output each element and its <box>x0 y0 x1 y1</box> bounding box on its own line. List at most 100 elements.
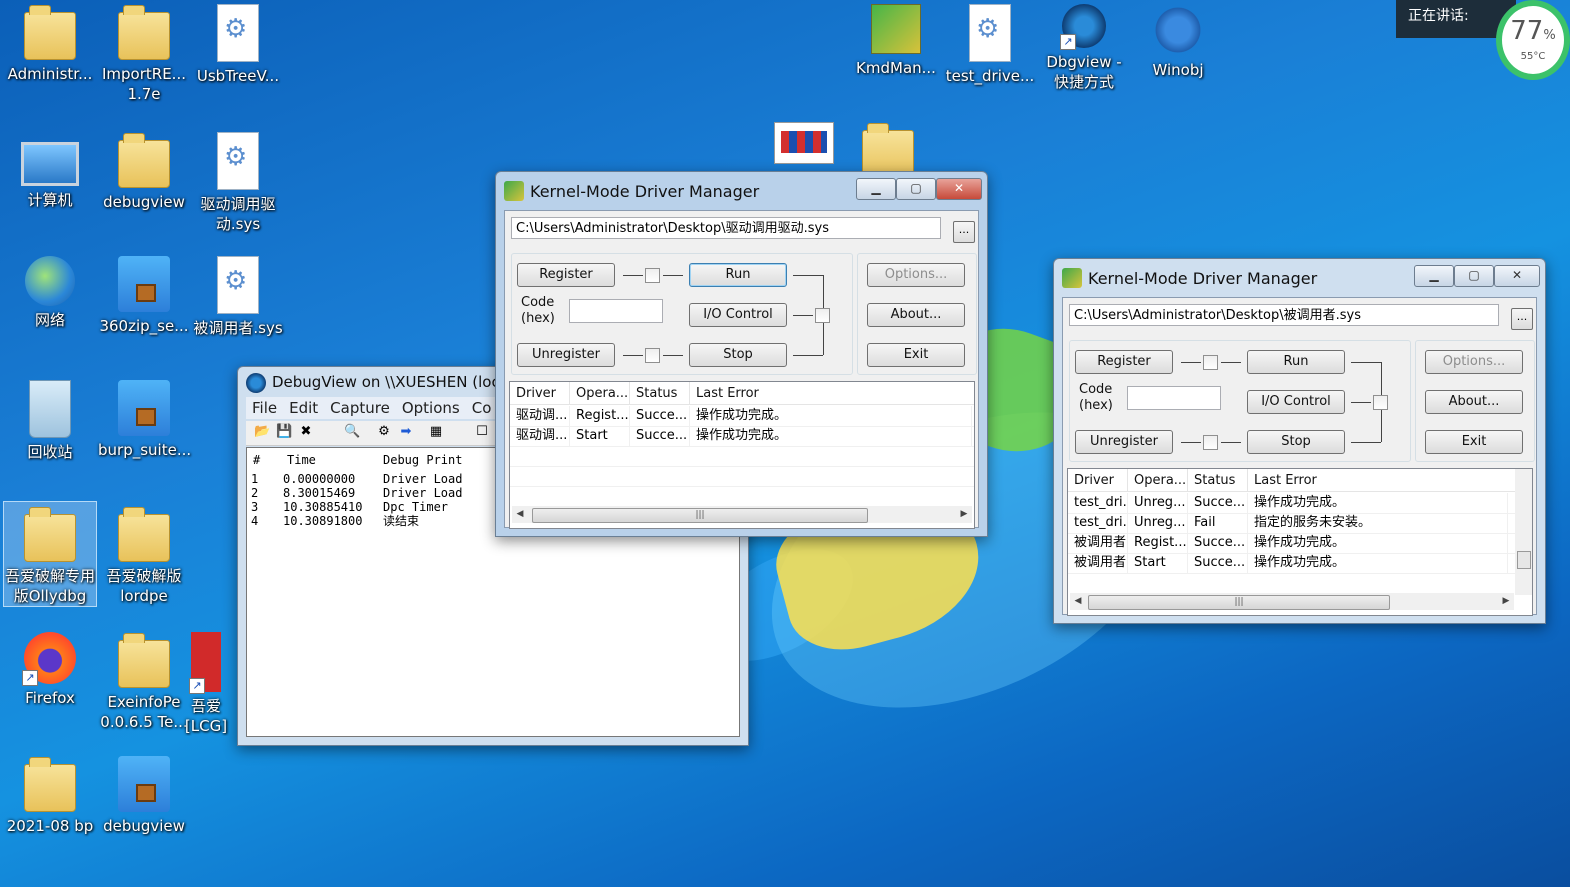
desktop-icon-test-driver[interactable]: test_drive... <box>944 0 1036 86</box>
column-operation[interactable]: Opera... <box>1128 469 1188 491</box>
options-button[interactable]: Options... <box>1425 350 1523 374</box>
run-button[interactable]: Run <box>1247 350 1345 374</box>
list-row[interactable]: test_dri... Unreg... Succe... 操作成功完成。 <box>1068 493 1532 514</box>
io-control-button[interactable]: I/O Control <box>1247 390 1345 414</box>
column-driver[interactable]: Driver <box>510 382 570 404</box>
menu-edit[interactable]: Edit <box>283 397 324 419</box>
close-button[interactable]: ✕ <box>936 178 982 200</box>
stop-button[interactable]: Stop <box>1247 430 1345 454</box>
driver-path-field[interactable]: C:\Users\Administrator\Desktop\驱动调用驱动.sy… <box>511 217 941 239</box>
minimize-button[interactable]: ▁ <box>1414 265 1454 287</box>
desktop-icon-winobj[interactable]: Winobj <box>1132 0 1224 80</box>
scrollbar-thumb[interactable] <box>1517 551 1531 569</box>
list-row[interactable]: 被调用者 Start Succe... 操作成功完成。 <box>1068 553 1532 574</box>
vertical-scrollbar[interactable] <box>1515 469 1532 595</box>
desktop-icon-network[interactable]: 网络 <box>4 252 96 330</box>
scrollbar-thumb[interactable]: ||| <box>532 508 868 523</box>
arrow-right-icon[interactable]: ➡ <box>398 424 414 440</box>
scroll-left-icon[interactable]: ◀ <box>512 506 528 523</box>
driver-path-field[interactable]: C:\Users\Administrator\Desktop\被调用者.sys <box>1069 304 1499 326</box>
maximize-button[interactable]: ▢ <box>1454 265 1494 287</box>
desktop-icon-network-tool[interactable] <box>758 118 850 174</box>
desktop-icon-administrator[interactable]: Administr... <box>4 0 96 84</box>
desktop-icon-importrec[interactable]: ImportRE... 1.7e <box>98 0 190 104</box>
list-row[interactable]: test_dri... Unreg... Fail 指定的服务未安装。 <box>1068 513 1532 534</box>
about-button[interactable]: About... <box>1425 390 1523 414</box>
options-button[interactable]: Options... <box>867 263 965 287</box>
capture-icon[interactable]: ⚙ <box>376 424 392 440</box>
unregister-button[interactable]: Unregister <box>517 343 615 367</box>
column-last-error[interactable]: Last Error <box>690 382 972 404</box>
desktop-icon-usbtreeview[interactable]: UsbTreeV... <box>192 0 284 86</box>
unregister-checkbox[interactable] <box>645 348 660 363</box>
filter-icon[interactable]: ▦ <box>428 424 444 440</box>
exit-button[interactable]: Exit <box>867 343 965 367</box>
desktop-icon-52pojie-lcg[interactable]: 吾爱 [LCG] <box>176 628 236 736</box>
browse-button[interactable]: ... <box>953 221 975 243</box>
list-row[interactable]: 驱动调... Start Succe... 操作成功完成。 <box>510 426 974 447</box>
menu-capture[interactable]: Capture <box>324 397 396 419</box>
column-header-number[interactable]: # <box>253 452 260 468</box>
column-header-debug-print[interactable]: Debug Print <box>383 452 462 468</box>
kmd2-titlebar[interactable]: Kernel-Mode Driver Manager ▁ ▢ ✕ <box>1054 259 1545 297</box>
kmd-manager-window-1[interactable]: Kernel-Mode Driver Manager ▁ ▢ ✕ C:\User… <box>495 171 988 537</box>
scroll-left-icon[interactable]: ◀ <box>1070 593 1086 610</box>
exit-button[interactable]: Exit <box>1425 430 1523 454</box>
options-icon[interactable]: ☐ <box>474 424 490 440</box>
kmd1-titlebar[interactable]: Kernel-Mode Driver Manager ▁ ▢ ✕ <box>496 172 987 210</box>
unregister-button[interactable]: Unregister <box>1075 430 1173 454</box>
open-icon[interactable]: 📂 <box>254 424 270 440</box>
register-button[interactable]: Register <box>1075 350 1173 374</box>
close-button[interactable]: ✕ <box>1494 265 1540 287</box>
desktop-icon-burp-suite[interactable]: burp_suite... <box>98 376 191 460</box>
maximize-button[interactable]: ▢ <box>896 178 936 200</box>
column-last-error[interactable]: Last Error <box>1248 469 1508 491</box>
scrollbar-thumb[interactable]: ||| <box>1088 595 1390 610</box>
io-checkbox[interactable] <box>1373 395 1388 410</box>
desktop-icon-recycle-bin[interactable]: 回收站 <box>4 376 96 462</box>
ioctl-code-input[interactable] <box>1127 386 1221 410</box>
scroll-right-icon[interactable]: ▶ <box>1498 593 1514 610</box>
menu-computer[interactable]: Co <box>466 397 498 419</box>
desktop-icon-dbgview-shortcut[interactable]: Dbgview - 快捷方式 <box>1038 0 1130 92</box>
column-status[interactable]: Status <box>1188 469 1248 491</box>
operations-list[interactable]: Driver Opera... Status Last Error 驱动调...… <box>509 381 975 529</box>
register-checkbox[interactable] <box>645 268 660 283</box>
desktop-icon-360zip[interactable]: 360zip_se... <box>98 252 190 336</box>
column-operation[interactable]: Opera... <box>570 382 630 404</box>
cpu-gauge[interactable]: 77% 55°C <box>1496 0 1570 80</box>
io-control-button[interactable]: I/O Control <box>689 303 787 327</box>
stop-button[interactable]: Stop <box>689 343 787 367</box>
horizontal-scrollbar[interactable]: ◀ ||| ▶ <box>1070 593 1514 610</box>
kmd-manager-window-2[interactable]: Kernel-Mode Driver Manager ▁ ▢ ✕ C:\User… <box>1053 258 1546 624</box>
operations-list[interactable]: Driver Opera... Status Last Error test_d… <box>1067 468 1533 616</box>
save-icon[interactable]: 💾 <box>276 424 292 440</box>
list-row[interactable]: 驱动调... Regist... Succe... 操作成功完成。 <box>510 406 974 427</box>
clear-icon[interactable]: ✖ <box>298 424 314 440</box>
menu-file[interactable]: File <box>246 397 283 419</box>
desktop-icon-driver-caller-sys[interactable]: 驱动调用驱动.sys <box>192 128 284 234</box>
desktop-icon-ollydbg[interactable]: 吾爱破解专用版Ollydbg <box>3 501 97 607</box>
unregister-checkbox[interactable] <box>1203 435 1218 450</box>
column-driver[interactable]: Driver <box>1068 469 1128 491</box>
run-button[interactable]: Run <box>689 263 787 287</box>
desktop-icon-computer[interactable]: 计算机 <box>4 128 96 210</box>
register-button[interactable]: Register <box>517 263 615 287</box>
desktop-icon-lordpe[interactable]: 吾爱破解版lordpe <box>98 502 190 606</box>
desktop-icon-kmdmanager[interactable]: KmdMan... <box>850 0 942 78</box>
minimize-button[interactable]: ▁ <box>856 178 896 200</box>
desktop-icon-debugview-folder[interactable]: debugview <box>98 128 190 212</box>
register-checkbox[interactable] <box>1203 355 1218 370</box>
scroll-right-icon[interactable]: ▶ <box>956 506 972 523</box>
column-status[interactable]: Status <box>630 382 690 404</box>
list-row[interactable]: 被调用者 Regist... Succe... 操作成功完成。 <box>1068 533 1532 554</box>
desktop-icon-callee-sys[interactable]: 被调用者.sys <box>192 252 284 338</box>
io-checkbox[interactable] <box>815 308 830 323</box>
desktop-icon-firefox[interactable]: Firefox <box>4 628 96 708</box>
ioctl-code-input[interactable] <box>569 299 663 323</box>
about-button[interactable]: About... <box>867 303 965 327</box>
desktop-icon-hidden-folder[interactable] <box>842 118 934 174</box>
menu-options[interactable]: Options <box>396 397 466 419</box>
find-icon[interactable]: 🔍 <box>344 424 360 440</box>
desktop-icon-debugview-zip[interactable]: debugview <box>98 752 190 836</box>
